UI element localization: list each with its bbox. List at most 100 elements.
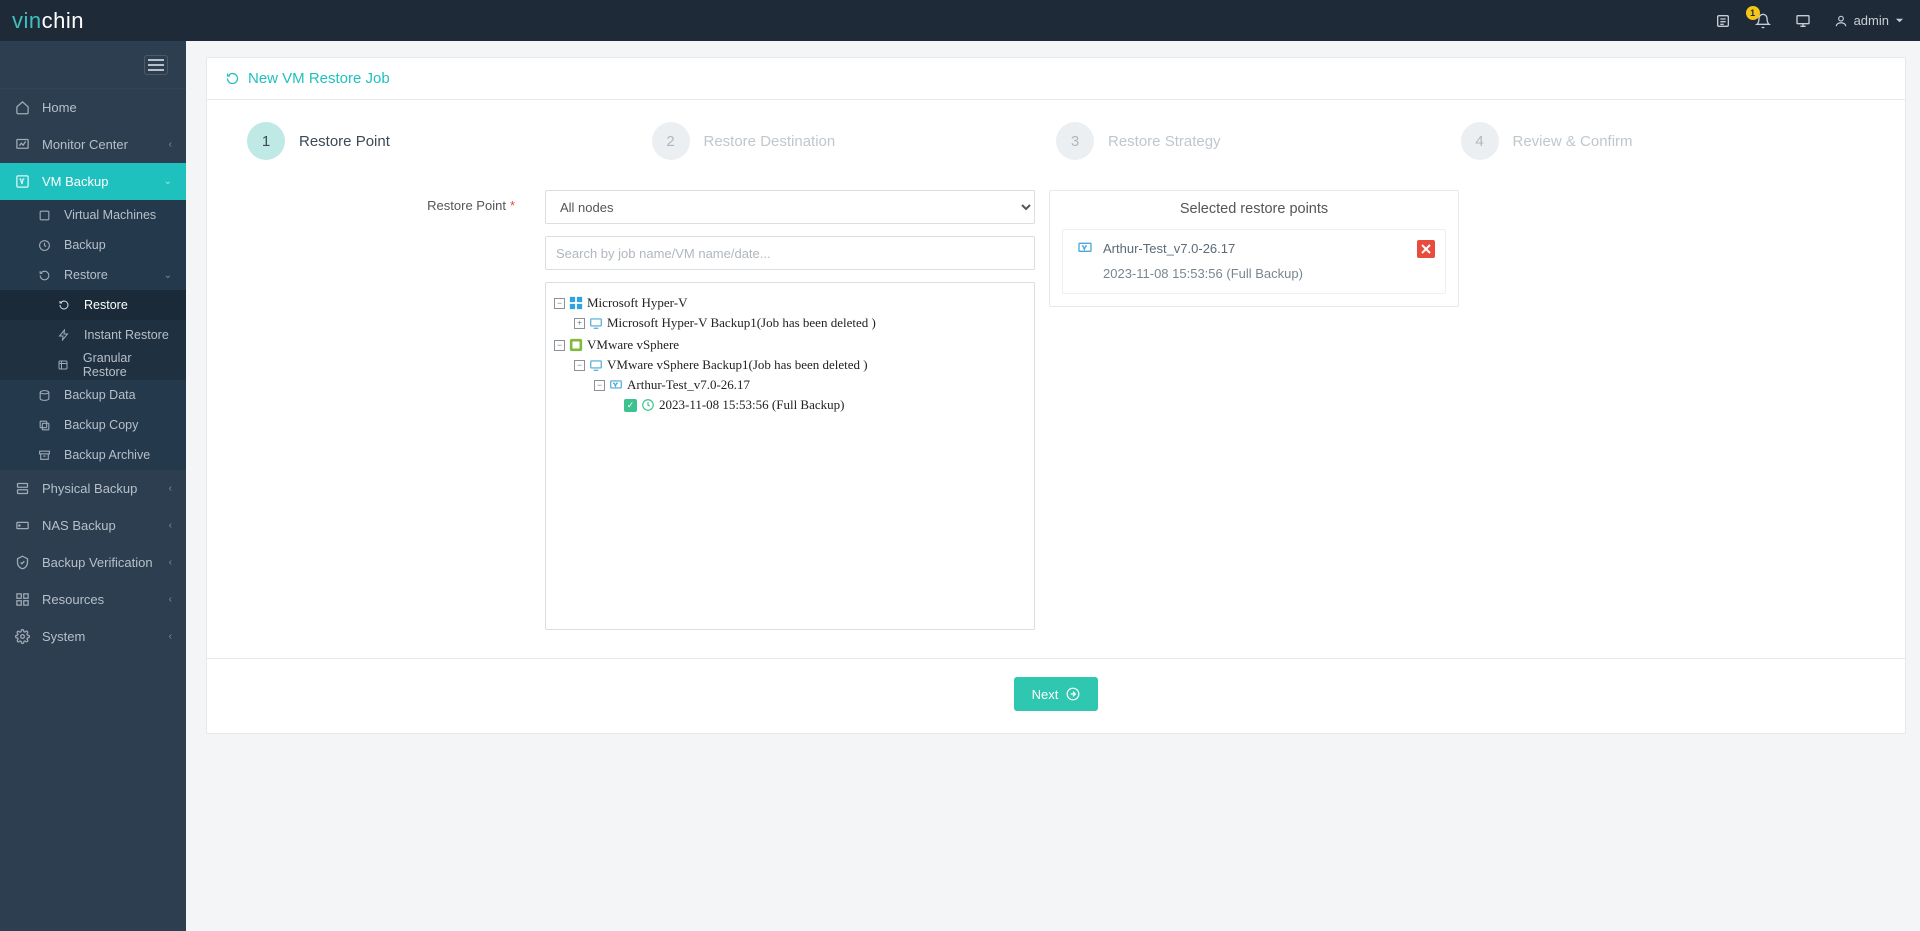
nav-label: Virtual Machines xyxy=(64,208,156,222)
vm-icon xyxy=(14,174,30,190)
step-2[interactable]: 2 Restore Destination xyxy=(652,122,1057,160)
restore-sub-icon xyxy=(56,297,72,313)
nav-system[interactable]: System ‹ xyxy=(0,618,186,655)
required-asterisk: * xyxy=(510,198,515,213)
topbar: vinchin 1 admin xyxy=(0,0,1920,41)
vm-tree-icon xyxy=(609,378,623,392)
user-name: admin xyxy=(1854,13,1889,28)
nav-label: Backup Verification xyxy=(42,555,153,570)
nav-backup-archive[interactable]: Backup Archive xyxy=(0,440,186,470)
step-label: Restore Destination xyxy=(704,133,836,150)
tree-node-vsphere[interactable]: VMware vSphere xyxy=(587,335,679,355)
instant-icon xyxy=(56,327,72,343)
nav-resources[interactable]: Resources‹ xyxy=(0,581,186,618)
nav-home[interactable]: Home xyxy=(0,89,186,126)
nav-label: Restore xyxy=(64,268,108,282)
nav-label: Restore xyxy=(84,298,128,312)
sidebar: Home Monitor Center ‹ VM Backup ⌄ Virtua… xyxy=(0,41,186,931)
clock-icon xyxy=(641,398,655,412)
nav-backup[interactable]: Backup xyxy=(0,230,186,260)
search-input[interactable] xyxy=(545,236,1035,270)
notification-bell-icon[interactable]: 1 xyxy=(1754,12,1772,30)
step-label: Restore Strategy xyxy=(1108,133,1221,150)
gear-icon xyxy=(14,629,30,645)
nav-label: Monitor Center xyxy=(42,137,128,152)
nav-physical-backup[interactable]: Physical Backup‹ xyxy=(0,470,186,507)
next-button[interactable]: Next xyxy=(1014,677,1099,711)
selected-restore-points-panel: Selected restore points Arthur-Test_v7.0… xyxy=(1049,190,1459,307)
center-column: All nodes − Microsoft Hyper-V + Microsof… xyxy=(545,190,1035,630)
step-4[interactable]: 4Review & Confirm xyxy=(1461,122,1866,160)
nav-restore-restore[interactable]: Restore xyxy=(0,290,186,320)
page-title-bar: New VM Restore Job xyxy=(207,58,1905,100)
chevron-left-icon: ‹ xyxy=(169,631,172,642)
job-icon xyxy=(589,358,603,372)
step-number: 3 xyxy=(1056,122,1094,160)
sidebar-collapse[interactable] xyxy=(0,41,186,89)
restore-title-icon xyxy=(225,71,240,86)
wizard-body: Restore Point* All nodes − Microsoft Hyp… xyxy=(207,190,1905,658)
granular-icon xyxy=(56,357,71,373)
nav-backup-verification[interactable]: Backup Verification‹ xyxy=(0,544,186,581)
nav-label: Physical Backup xyxy=(42,481,137,496)
tree-expand-icon[interactable]: + xyxy=(574,318,585,329)
nav-label: Backup Data xyxy=(64,388,136,402)
nav-label: Granular Restore xyxy=(83,351,172,379)
nav-label: Backup xyxy=(64,238,106,252)
chevron-left-icon: ‹ xyxy=(169,594,172,605)
step-number: 1 xyxy=(247,122,285,160)
nav-label: VM Backup xyxy=(42,174,108,189)
brand-logo: vinchin xyxy=(12,8,84,34)
nav-backup-data[interactable]: Backup Data xyxy=(0,380,186,410)
page-title: New VM Restore Job xyxy=(248,70,390,87)
nav-instant-restore[interactable]: Instant Restore xyxy=(0,320,186,350)
next-button-label: Next xyxy=(1032,687,1059,702)
nav-granular-restore[interactable]: Granular Restore xyxy=(0,350,186,380)
tree-node-hyperv-job[interactable]: Microsoft Hyper-V Backup1(Job has been d… xyxy=(607,313,876,333)
user-menu[interactable]: admin xyxy=(1834,13,1904,28)
nav-restore[interactable]: Restore⌄ xyxy=(0,260,186,290)
nav-label: Home xyxy=(42,100,77,115)
selected-header: Selected restore points xyxy=(1050,191,1458,229)
nav-label: Backup Copy xyxy=(64,418,138,432)
chevron-down-icon xyxy=(1895,16,1904,25)
tree-collapse-icon[interactable]: − xyxy=(574,360,585,371)
remove-selected-button[interactable] xyxy=(1417,240,1435,258)
nav-nas-backup[interactable]: NAS Backup‹ xyxy=(0,507,186,544)
node-select[interactable]: All nodes xyxy=(545,190,1035,224)
notification-badge: 1 xyxy=(1746,6,1760,20)
monitor-icon[interactable] xyxy=(1794,12,1812,30)
tree-node-vsphere-job[interactable]: VMware vSphere Backup1(Job has been dele… xyxy=(607,355,868,375)
tree-node-vm[interactable]: Arthur-Test_v7.0-26.17 xyxy=(627,375,750,395)
nas-icon xyxy=(14,518,30,534)
archive-icon xyxy=(36,447,52,463)
nav-virtual-machines[interactable]: Virtual Machines xyxy=(0,200,186,230)
data-icon xyxy=(36,387,52,403)
nav-label: NAS Backup xyxy=(42,518,116,533)
nav-label: System xyxy=(42,629,85,644)
nav-label: Backup Archive xyxy=(64,448,150,462)
tree-checkbox-checked[interactable]: ✓ xyxy=(624,399,637,412)
selected-vm-name: Arthur-Test_v7.0-26.17 xyxy=(1103,241,1235,256)
user-icon xyxy=(1834,14,1848,28)
nav-backup-copy[interactable]: Backup Copy xyxy=(0,410,186,440)
tree-collapse-icon[interactable]: − xyxy=(594,380,605,391)
wizard-steps: 1Restore Point 2Restore Destination 3Res… xyxy=(207,100,1905,190)
copy-icon xyxy=(36,417,52,433)
nav-monitor[interactable]: Monitor Center ‹ xyxy=(0,126,186,163)
tree-node-restore-point[interactable]: 2023-11-08 15:53:56 (Full Backup) xyxy=(659,395,844,415)
chevron-down-icon: ⌄ xyxy=(164,176,172,187)
step-number: 2 xyxy=(652,122,690,160)
step-label: Review & Confirm xyxy=(1513,133,1633,150)
tree-node-hyperv[interactable]: Microsoft Hyper-V xyxy=(587,293,687,313)
jobs-icon[interactable] xyxy=(1714,12,1732,30)
restore-point-tree[interactable]: − Microsoft Hyper-V + Microsoft Hyper-V … xyxy=(545,282,1035,630)
resources-icon xyxy=(14,592,30,608)
tree-collapse-icon[interactable]: − xyxy=(554,340,565,351)
step-3[interactable]: 3 Restore Strategy xyxy=(1056,122,1461,160)
close-icon xyxy=(1421,244,1431,254)
nav-vm-backup[interactable]: VM Backup ⌄ xyxy=(0,163,186,200)
main-content: New VM Restore Job 1Restore Point 2Resto… xyxy=(186,41,1920,931)
selected-vm-row: Arthur-Test_v7.0-26.17 xyxy=(1077,240,1431,256)
tree-collapse-icon[interactable]: − xyxy=(554,298,565,309)
